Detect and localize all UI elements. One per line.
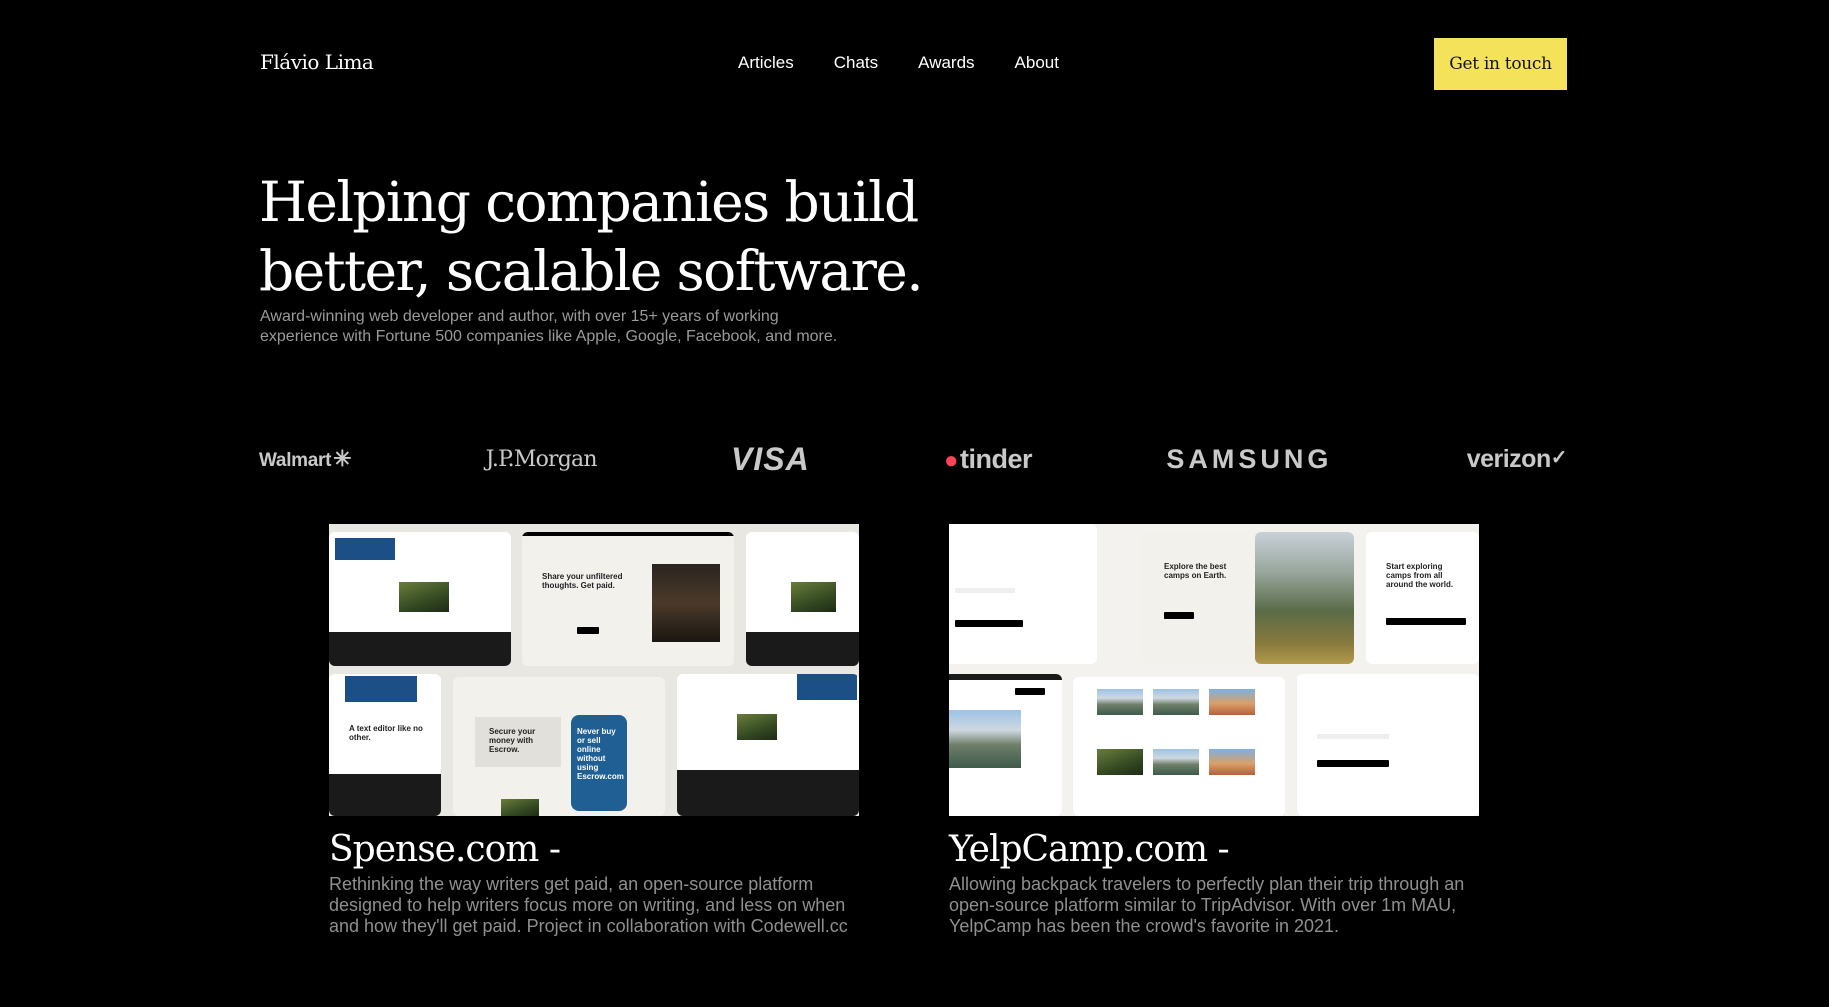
get-in-touch-button[interactable]: Get in touch xyxy=(1434,38,1567,90)
walmart-logo: Walmart✳ xyxy=(259,446,352,471)
nav-chats[interactable]: Chats xyxy=(834,53,878,73)
project-description: Rethinking the way writers get paid, an … xyxy=(329,874,848,936)
project-description: Allowing backpack travelers to perfectly… xyxy=(949,874,1465,936)
nav-articles[interactable]: Articles xyxy=(738,53,794,73)
project-screenshot[interactable]: Share your unfiltered thoughts. Get paid… xyxy=(329,524,859,816)
hero-subtitle: Award-winning web developer and author, … xyxy=(260,308,838,345)
verizon-logo: verizon✓ xyxy=(1466,444,1568,473)
shot-escrow-headline: Never buy or sell online without using E… xyxy=(577,727,624,781)
spark-icon: ✳ xyxy=(333,446,352,471)
main-nav: Articles Chats Awards About xyxy=(738,53,1059,73)
samsung-logo: SAMSUNG xyxy=(1166,443,1333,474)
site-header: Flávio Lima Articles Chats Awards About … xyxy=(260,38,1567,90)
shot-editor-headline: A text editor like no other. xyxy=(349,724,423,742)
project-card-spense: Share your unfiltered thoughts. Get paid… xyxy=(329,524,859,937)
check-icon: ✓ xyxy=(1550,446,1568,469)
shot-headline: Explore the best camps on Earth. xyxy=(1164,562,1227,580)
brand-logo[interactable]: Flávio Lima xyxy=(260,50,374,74)
project-title[interactable]: YelpCamp.com - xyxy=(949,828,1479,872)
visa-logo: VISA xyxy=(731,440,810,477)
jpmorgan-logo: J.P.Morgan xyxy=(485,446,598,472)
tinder-logo: ●tinder xyxy=(944,443,1033,474)
hero-title: Helping companies build better, scalable… xyxy=(259,170,924,303)
flame-icon: ● xyxy=(944,446,959,474)
shot-money-headline: Secure your money with Escrow. xyxy=(489,727,536,754)
shot-start-headline: Start exploring camps from all around th… xyxy=(1386,562,1454,589)
project-card-yelpcamp: Explore the best camps on Earth. Start e… xyxy=(949,524,1479,937)
project-screenshot[interactable]: Explore the best camps on Earth. Start e… xyxy=(949,524,1479,816)
nav-awards[interactable]: Awards xyxy=(918,53,974,73)
nav-about[interactable]: About xyxy=(1015,53,1059,73)
shot-headline: Share your unfiltered thoughts. Get paid… xyxy=(542,572,623,590)
project-title[interactable]: Spense.com - xyxy=(329,828,859,872)
client-logos: Walmart✳ J.P.Morgan VISA ●tinder SAMSUNG… xyxy=(259,436,1567,482)
